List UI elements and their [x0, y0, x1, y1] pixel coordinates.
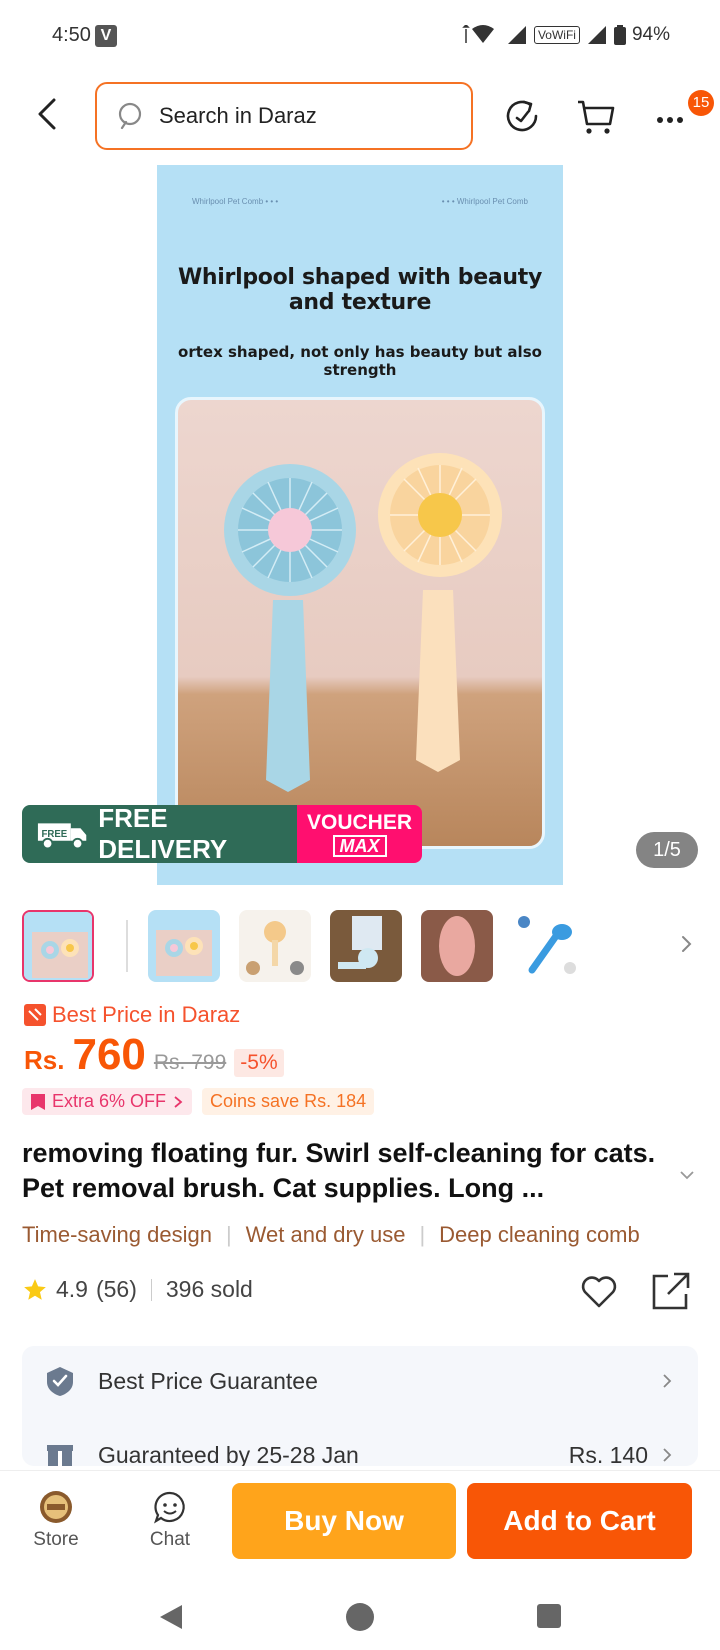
- coins-save-text: Coins save Rs. 184: [210, 1091, 367, 1111]
- image-headline: Whirlpool shaped with beauty and texture: [177, 265, 543, 315]
- shield-check-icon: [47, 1367, 73, 1396]
- rating-value: 4.9: [56, 1276, 88, 1302]
- image-subline: ortex shaped, not only has beauty but al…: [178, 343, 542, 379]
- original-price: Rs. 799: [153, 1051, 227, 1074]
- store-label: Store: [33, 1529, 79, 1550]
- battery-icon: [613, 25, 626, 45]
- chevron-right-icon: [663, 1448, 672, 1462]
- status-icons: VoWiFi 94%: [462, 24, 670, 46]
- nav-home-icon[interactable]: [345, 1602, 375, 1632]
- search-input[interactable]: Search in Daraz: [95, 82, 473, 150]
- chat-button[interactable]: Chat: [130, 1489, 210, 1551]
- bottom-action-bar: Store Chat Buy Now Add to Cart: [0, 1470, 720, 1578]
- price-row: Rs. 760 Rs. 799 -5%: [24, 1030, 284, 1080]
- best-price-guarantee-text: Best Price Guarantee: [98, 1367, 318, 1394]
- share-icon[interactable]: [650, 1270, 692, 1312]
- discount-badge: -5%: [234, 1049, 284, 1077]
- rating-separator: [150, 1278, 152, 1301]
- free-delivery-label-area: FREE FREE DELIVERY: [22, 805, 297, 863]
- signal-icon: [507, 26, 526, 44]
- feature-tag: Deep cleaning comb: [439, 1222, 640, 1247]
- status-time: 4:50: [52, 24, 91, 46]
- feature-separator: |: [225, 1222, 232, 1247]
- thumbnail-divider: [126, 920, 128, 972]
- price-currency: Rs.: [24, 1045, 65, 1075]
- vowifi-icon: VoWiFi: [533, 26, 580, 44]
- free-delivery-text: FREE DELIVERY: [98, 805, 228, 863]
- product-title[interactable]: removing floating fur. Swirl self-cleani…: [22, 1136, 662, 1206]
- free-delivery-banner: FREE FREE DELIVERY VOUCHER MAX: [22, 805, 422, 863]
- rating-row[interactable]: 4.9 (56) 396 sold: [22, 1276, 253, 1303]
- promo-row: Extra 6% OFF Coins save Rs. 184: [22, 1088, 375, 1115]
- image-top-left-label: Whirlpool Pet Comb • • •: [192, 197, 279, 206]
- store-logo-icon: [40, 1491, 72, 1523]
- sold-count: 396 sold: [165, 1276, 253, 1302]
- store-button[interactable]: Store: [16, 1489, 96, 1551]
- thumbnails-next-icon[interactable]: [674, 932, 698, 956]
- voucher-text: VOUCHER: [306, 810, 412, 834]
- feature-tags: Time-saving design | Wet and dry use | D…: [22, 1222, 702, 1248]
- feature-tag: Wet and dry use: [245, 1222, 406, 1247]
- best-price-guarantee-row[interactable]: Best Price Guarantee: [22, 1346, 698, 1416]
- carrier-badge: V: [95, 25, 117, 47]
- chevron-right-icon: [663, 1374, 672, 1388]
- heart-icon[interactable]: [578, 1270, 620, 1312]
- delivery-fee: Rs. 140: [568, 1441, 648, 1467]
- battery-percent: 94%: [631, 24, 670, 45]
- coins-save-promo[interactable]: Coins save Rs. 184: [202, 1088, 375, 1115]
- wifi-icon: [462, 25, 494, 43]
- buy-now-button[interactable]: Buy Now: [232, 1483, 456, 1559]
- history-icon[interactable]: [500, 94, 544, 138]
- feature-separator: |: [419, 1222, 426, 1247]
- free-badge: FREE: [41, 829, 67, 840]
- voucher-icon: [31, 1093, 45, 1110]
- thumbnail-strip: [22, 910, 702, 984]
- status-bar: 4:50 V VoWiFi 94%: [0, 0, 720, 72]
- gift-box-icon: [47, 1445, 73, 1466]
- image-top-right-label: • • • Whirlpool Pet Comb: [441, 197, 528, 206]
- thumbnail-2[interactable]: [148, 910, 220, 982]
- product-image[interactable]: Whirlpool Pet Comb • • • • • • Whirlpool…: [157, 165, 563, 885]
- extra-off-text: Extra 6% OFF: [52, 1091, 167, 1111]
- review-count: (56): [95, 1276, 137, 1302]
- thumbnail-3[interactable]: [239, 910, 311, 982]
- add-to-cart-button[interactable]: Add to Cart: [467, 1483, 692, 1559]
- product-photo: [175, 397, 545, 849]
- cart-count-badge: 15: [688, 90, 714, 116]
- cart-icon[interactable]: [574, 94, 618, 138]
- search-placeholder: Search in Daraz: [159, 103, 317, 128]
- star-icon: [24, 1278, 46, 1300]
- thumbnail-4[interactable]: [330, 910, 402, 982]
- top-header: Search in Daraz 15: [0, 80, 720, 152]
- chevron-right-icon: [174, 1095, 183, 1108]
- thumbnail-1[interactable]: [22, 910, 94, 982]
- guarantee-card: Best Price Guarantee Guaranteed by 25-28…: [22, 1346, 698, 1466]
- nav-back-icon[interactable]: [156, 1602, 186, 1632]
- voucher-max-badge: VOUCHER MAX: [297, 805, 422, 863]
- pet-brush-illustration: [224, 453, 502, 792]
- chat-label: Chat: [149, 1529, 191, 1550]
- feature-tag: Time-saving design: [22, 1222, 212, 1247]
- thumbnail-6[interactable]: [512, 910, 584, 982]
- signal-icon-2: [587, 26, 606, 44]
- max-text: MAX: [332, 834, 387, 857]
- best-price-icon: [24, 1004, 46, 1026]
- delivery-guarantee-row[interactable]: Guaranteed by 25-28 Jan Rs. 140: [22, 1420, 698, 1466]
- search-icon: [118, 102, 142, 130]
- chat-icon: [154, 1491, 185, 1524]
- nav-recents-icon[interactable]: [535, 1602, 563, 1630]
- image-counter: 1/5: [636, 832, 698, 868]
- extra-off-promo[interactable]: Extra 6% OFF: [22, 1088, 193, 1115]
- chevron-down-icon[interactable]: [676, 1164, 698, 1186]
- back-arrow-icon[interactable]: [28, 94, 68, 134]
- best-price-text: Best Price in Daraz: [52, 1002, 241, 1027]
- delivery-guarantee-text: Guaranteed by 25-28 Jan: [98, 1441, 359, 1467]
- price-value: 760: [72, 1030, 146, 1079]
- system-nav-bar: [0, 1580, 720, 1650]
- delivery-truck-icon: FREE: [37, 823, 87, 850]
- best-price-label: Best Price in Daraz: [24, 1002, 240, 1028]
- thumbnail-5[interactable]: [421, 910, 493, 982]
